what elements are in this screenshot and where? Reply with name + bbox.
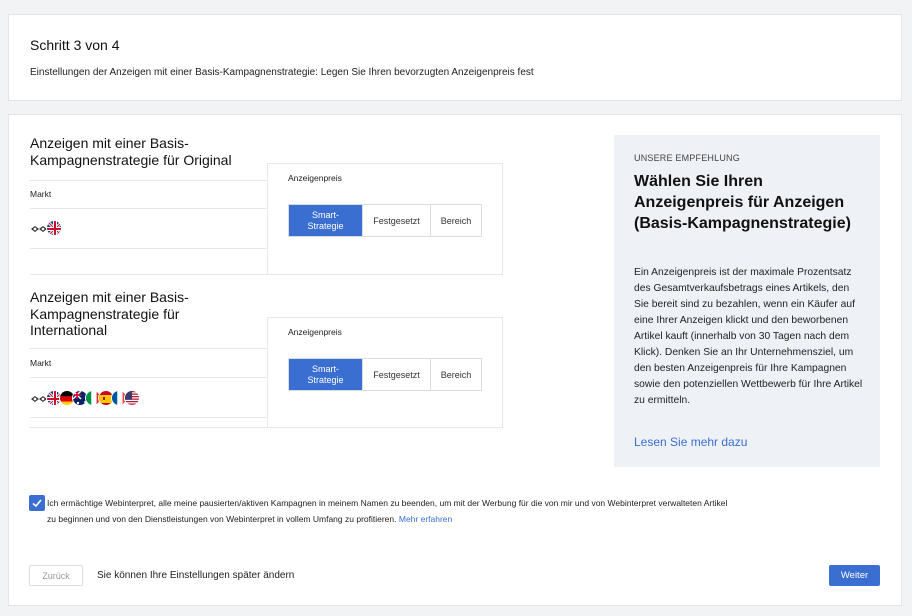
recommendation-body: Ein Anzeigenpreis ist der maximale Proze…: [634, 267, 863, 406]
section-title-original: Anzeigen mit einer Basis-Kampagnenstrate…: [30, 135, 232, 168]
learn-more-link[interactable]: Mehr erfahren: [399, 514, 452, 524]
consent-text: Ich ermächtige Webinterpret, alle meine …: [47, 495, 737, 527]
consent-checkbox[interactable]: [29, 495, 45, 511]
market-flags-international: [30, 390, 140, 406]
recommendation-panel: UNSERE EMPFEHLUNG Wählen Sie Ihren Anzei…: [614, 135, 880, 467]
uk-flag-icon: [46, 220, 62, 236]
usa-flag-icon: [124, 390, 140, 406]
consent-label: Ich ermächtige Webinterpret, alle meine …: [47, 498, 728, 524]
back-button[interactable]: Zurück: [29, 565, 83, 586]
price-strategy-selector-international: Smart-Strategie Festgesetzt Bereich: [288, 358, 482, 391]
market-label: Markt: [30, 358, 52, 368]
step-title: Schritt 3 von 4: [30, 37, 120, 53]
step-header-card: Schritt 3 von 4 Einstellungen der Anzeig…: [8, 14, 902, 101]
settings-later-note: Sie können Ihre Einstellungen später änd…: [97, 570, 295, 581]
option-smart-strategy[interactable]: Smart-Strategie: [289, 359, 363, 390]
price-box-international: Anzeigenpreis Smart-Strategie Festgesetz…: [267, 317, 503, 428]
checkmark-icon: [32, 499, 42, 508]
option-smart-strategy[interactable]: Smart-Strategie: [289, 205, 363, 236]
market-label: Markt: [30, 189, 52, 199]
divider: [30, 180, 267, 181]
divider: [30, 348, 267, 349]
divider: [30, 208, 267, 209]
next-button[interactable]: Weiter: [829, 565, 880, 586]
option-fixed[interactable]: Festgesetzt: [363, 205, 431, 236]
price-label: Anzeigenpreis: [288, 173, 342, 183]
divider: [30, 248, 267, 249]
option-fixed[interactable]: Festgesetzt: [363, 359, 431, 390]
settings-card: Anzeigen mit einer Basis-Kampagnenstrate…: [8, 114, 902, 606]
market-flags-original: [30, 220, 62, 236]
option-range[interactable]: Bereich: [431, 205, 481, 236]
divider: [30, 417, 267, 418]
step-description: Einstellungen der Anzeigen mit einer Bas…: [30, 67, 534, 78]
recommendation-kicker: UNSERE EMPFEHLUNG: [634, 153, 740, 163]
price-box-original: Anzeigenpreis Smart-Strategie Festgesetz…: [267, 163, 503, 275]
price-strategy-selector-original: Smart-Strategie Festgesetzt Bereich: [288, 204, 482, 237]
price-label: Anzeigenpreis: [288, 327, 342, 337]
read-more-link[interactable]: Lesen Sie mehr dazu: [634, 435, 747, 449]
option-range[interactable]: Bereich: [431, 359, 481, 390]
recommendation-heading: Wählen Sie Ihren Anzeigenpreis für Anzei…: [634, 173, 851, 232]
divider: [30, 377, 267, 378]
section-title-international: Anzeigen mit einer Basis-Kampagnenstrate…: [30, 289, 189, 338]
